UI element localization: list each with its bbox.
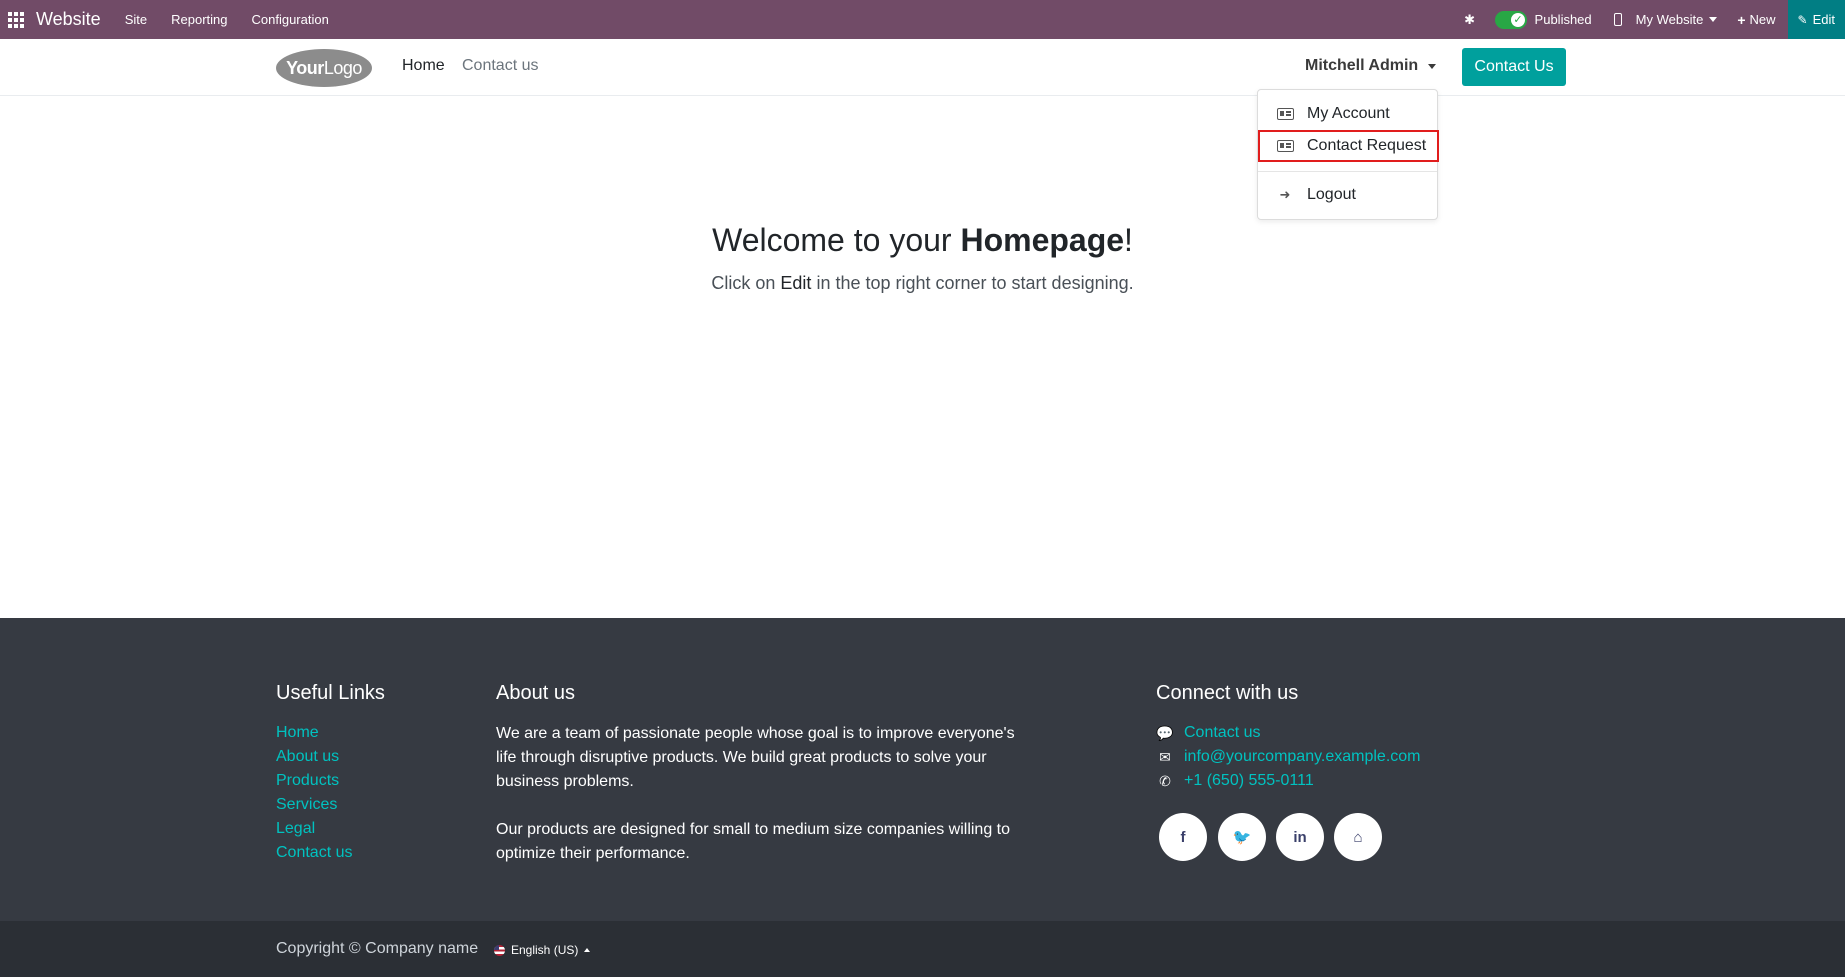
- plus-icon: +: [1737, 11, 1746, 28]
- footer-link-contact-us[interactable]: Contact us: [276, 844, 352, 862]
- dropdown-divider: [1258, 171, 1437, 172]
- us-flag-icon: [494, 944, 505, 956]
- id-card-icon: [1276, 140, 1294, 153]
- language-label: English (US): [511, 943, 579, 957]
- caret-down-icon: [1428, 63, 1437, 69]
- logo-text-bold: Your: [286, 57, 324, 78]
- phone-row: ✆ +1 (650) 555-0111: [1156, 772, 1314, 790]
- footer-contact-link[interactable]: Contact us: [1184, 724, 1260, 742]
- dropdown-item-logout[interactable]: ➜ Logout: [1258, 179, 1439, 211]
- logo-text: Logo: [323, 57, 363, 78]
- home-icon[interactable]: ⌂: [1334, 813, 1382, 861]
- welcome-bold: Homepage: [960, 222, 1125, 258]
- footer-link-products[interactable]: Products: [276, 772, 339, 790]
- edit-button[interactable]: ✎ Edit: [1787, 0, 1845, 39]
- subtitle-suffix: in the top right corner to start designi…: [811, 273, 1134, 293]
- language-selector[interactable]: English (US): [494, 943, 591, 957]
- welcome-suffix: !: [1124, 222, 1133, 258]
- website-selector[interactable]: My Website: [1636, 12, 1704, 27]
- page-title: Welcome to your Homepage!: [0, 222, 1845, 259]
- admin-navbar: Website Site Reporting Configuration ✱ ✓…: [0, 0, 1845, 39]
- subtitle-edit: Edit: [780, 273, 812, 293]
- useful-links-title: Useful Links: [276, 682, 385, 704]
- new-button[interactable]: + New: [1737, 12, 1775, 28]
- menu-configuration[interactable]: Configuration: [251, 12, 328, 27]
- nav-home[interactable]: Home: [402, 57, 445, 75]
- facebook-icon[interactable]: f: [1159, 813, 1207, 861]
- phone-icon: ✆: [1159, 772, 1171, 789]
- nav-contact-us[interactable]: Contact us: [462, 57, 538, 75]
- admin-right-controls: ✱ ✓ Published My Website + New ✎ Edit: [1461, 0, 1845, 39]
- dropdown-label: Contact Request: [1307, 137, 1427, 154]
- published-toggle[interactable]: ✓: [1494, 10, 1527, 29]
- copyright-text: Copyright © Company name: [276, 940, 479, 957]
- app-name[interactable]: Website: [36, 9, 101, 30]
- pencil-icon: ✎: [1797, 12, 1808, 27]
- company-logo[interactable]: Your Logo: [276, 49, 372, 87]
- footer: Useful Links Home About us Products Serv…: [0, 618, 1845, 921]
- footer-email-link[interactable]: info@yourcompany.example.com: [1184, 748, 1421, 766]
- dropdown-label: Logout: [1307, 186, 1356, 203]
- dropdown-label: My Account: [1307, 105, 1390, 122]
- caret-up-icon: [584, 948, 591, 952]
- footer-link-home[interactable]: Home: [276, 724, 319, 742]
- contact-row: 💬 Contact us: [1156, 724, 1260, 742]
- footer-link-legal[interactable]: Legal: [276, 820, 315, 838]
- chevron-down-icon: [1709, 17, 1718, 22]
- dropdown-item-contact-request[interactable]: Contact Request: [1258, 130, 1439, 162]
- welcome-prefix: Welcome to your: [712, 222, 961, 258]
- linkedin-icon[interactable]: in: [1276, 813, 1324, 861]
- about-paragraph-2: Our products are designed for small to m…: [496, 821, 1011, 862]
- envelope-icon: ✉: [1159, 748, 1171, 765]
- apps-grid-icon[interactable]: [8, 11, 24, 28]
- user-menu-toggle[interactable]: Mitchell Admin: [1305, 57, 1437, 75]
- user-dropdown-menu: My Account Contact Request ➜ Logout: [1257, 89, 1439, 220]
- edit-label: Edit: [1812, 12, 1835, 27]
- site-header: Your Logo Home Contact us Mitchell Admin …: [0, 39, 1845, 96]
- debug-bug-icon[interactable]: ✱: [1461, 11, 1479, 29]
- footer-phone-link[interactable]: +1 (650) 555-0111: [1184, 772, 1314, 790]
- subtitle-prefix: Click on: [711, 273, 781, 293]
- published-label[interactable]: Published: [1535, 12, 1592, 27]
- user-name: Mitchell Admin: [1305, 57, 1419, 74]
- logout-icon: ➜: [1279, 187, 1291, 202]
- about-text: We are a team of passionate people whose…: [496, 722, 1026, 866]
- mobile-preview-icon[interactable]: [1613, 13, 1622, 26]
- check-icon: ✓: [1513, 13, 1523, 26]
- new-label: New: [1749, 12, 1776, 27]
- id-card-icon: [1276, 108, 1294, 121]
- about-title: About us: [496, 682, 575, 704]
- menu-site[interactable]: Site: [125, 12, 147, 27]
- about-paragraph-1: We are a team of passionate people whose…: [496, 725, 1015, 790]
- copyright-bar: Copyright © Company name English (US): [0, 921, 1845, 977]
- connect-title: Connect with us: [1156, 682, 1299, 704]
- footer-link-services[interactable]: Services: [276, 796, 337, 814]
- menu-reporting[interactable]: Reporting: [171, 12, 227, 27]
- chat-bubble-icon: 💬: [1156, 724, 1174, 741]
- dropdown-item-my-account[interactable]: My Account: [1258, 98, 1439, 130]
- page-subtitle: Click on Edit in the top right corner to…: [0, 273, 1845, 294]
- footer-link-about-us[interactable]: About us: [276, 748, 339, 766]
- contact-us-button[interactable]: Contact Us: [1462, 48, 1566, 86]
- email-row: ✉ info@yourcompany.example.com: [1156, 748, 1421, 766]
- twitter-icon[interactable]: 🐦: [1218, 813, 1266, 861]
